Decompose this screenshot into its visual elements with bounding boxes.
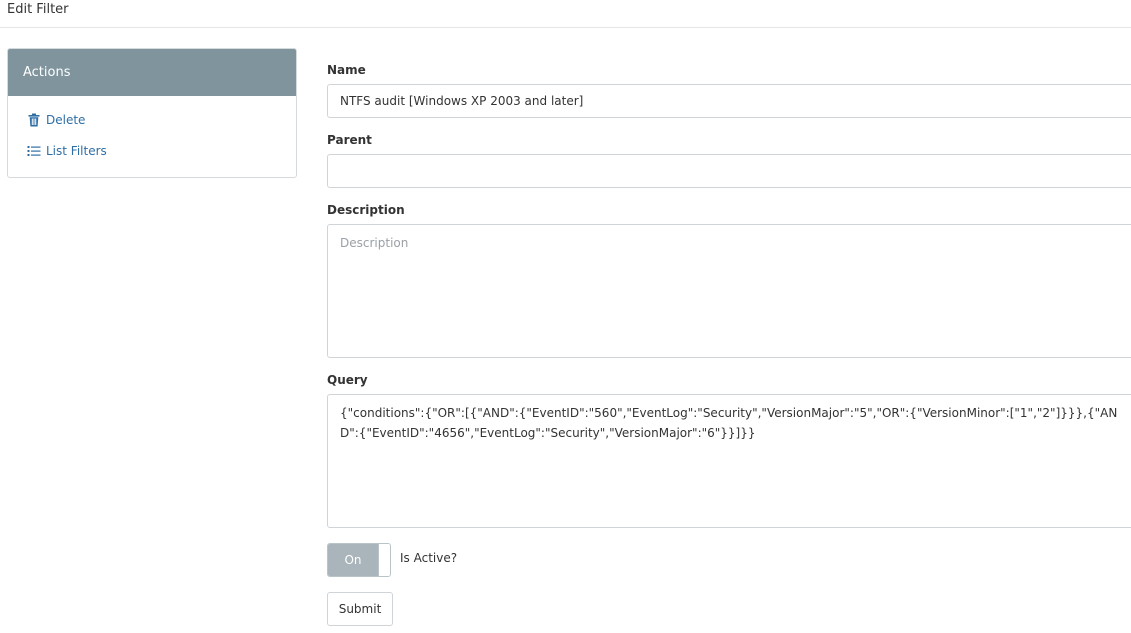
is-active-label: Is Active? bbox=[400, 551, 458, 565]
name-input[interactable] bbox=[327, 84, 1131, 118]
toggle-knob bbox=[378, 544, 390, 576]
edit-filter-page: Edit Filter Actions Delete List Filters … bbox=[0, 0, 1131, 633]
is-active-toggle[interactable]: On bbox=[327, 543, 391, 577]
parent-input[interactable] bbox=[327, 154, 1131, 188]
actions-header: Actions bbox=[8, 49, 296, 96]
list-filters-link[interactable]: List Filters bbox=[27, 144, 107, 158]
delete-label: Delete bbox=[46, 113, 86, 127]
title-divider bbox=[0, 27, 1131, 28]
list-filters-label: List Filters bbox=[46, 144, 107, 158]
description-label: Description bbox=[327, 203, 405, 217]
description-textarea[interactable] bbox=[327, 224, 1131, 358]
toggle-on-label: On bbox=[328, 544, 378, 576]
list-icon bbox=[27, 144, 41, 158]
actions-panel: Actions Delete List Filters bbox=[7, 48, 297, 178]
parent-label: Parent bbox=[327, 133, 372, 147]
delete-link[interactable]: Delete bbox=[27, 113, 85, 127]
trash-icon bbox=[27, 113, 41, 127]
query-textarea[interactable]: {"conditions":{"OR":[{"AND":{"EventID":"… bbox=[327, 394, 1131, 528]
page-title: Edit Filter bbox=[7, 2, 69, 17]
name-label: Name bbox=[327, 63, 366, 77]
query-label: Query bbox=[327, 373, 368, 387]
submit-button[interactable]: Submit bbox=[327, 592, 393, 626]
